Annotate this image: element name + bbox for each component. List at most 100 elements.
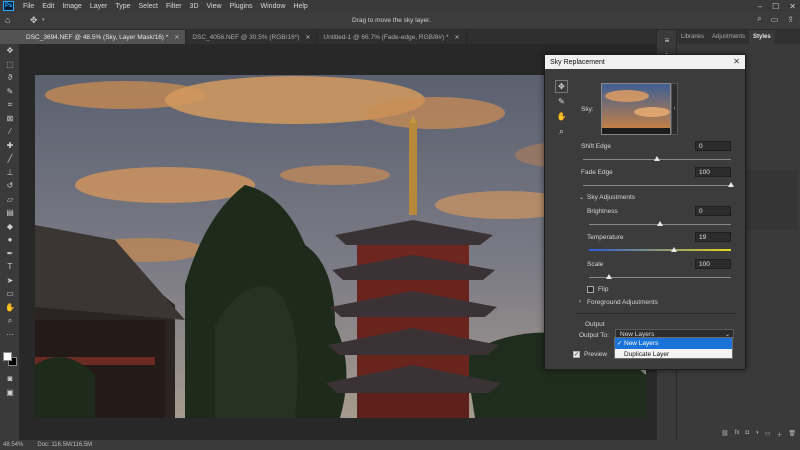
brightness-label: Brightness: [587, 208, 618, 215]
brightness-input[interactable]: 0: [695, 206, 731, 216]
dropdown-option-new-layers[interactable]: ✓ New Layers: [615, 338, 732, 349]
hand-tool-icon[interactable]: ✋: [0, 301, 20, 315]
brightness-slider-thumb[interactable]: [657, 221, 663, 226]
maximize-icon[interactable]: ☐: [772, 2, 779, 11]
menu-help[interactable]: Help: [289, 3, 311, 10]
menu-view[interactable]: View: [203, 3, 226, 10]
layers-footer: ⛓ fx ◘ ◑ ▭ ＋ 🗑: [677, 430, 800, 440]
fade-edge-input[interactable]: 100: [695, 167, 731, 177]
zoom-level[interactable]: 48.54%: [3, 442, 23, 448]
close-icon[interactable]: ✕: [305, 34, 310, 41]
photoshop-logo[interactable]: Ps: [3, 1, 14, 11]
menu-image[interactable]: Image: [58, 3, 85, 10]
dialog-title-bar: Sky Replacement ✕: [545, 55, 745, 69]
crop-tool-icon[interactable]: ⌗: [0, 98, 20, 112]
clone-stamp-tool-icon[interactable]: ⊥: [0, 166, 20, 180]
menu-plugins[interactable]: Plugins: [226, 3, 257, 10]
close-icon[interactable]: ✕: [455, 34, 460, 41]
sky-move-tool-icon[interactable]: ✥: [555, 80, 568, 93]
share-icon[interactable]: ⇪: [787, 15, 794, 24]
move-tool-icon[interactable]: ✥: [0, 44, 20, 58]
link-icon[interactable]: ⛓: [721, 430, 729, 440]
screen-mode-icon[interactable]: ▣: [0, 386, 20, 400]
workspace-icon[interactable]: ▭: [771, 15, 779, 24]
history-brush-tool-icon[interactable]: ↺: [0, 179, 20, 193]
flip-checkbox[interactable]: [587, 286, 594, 293]
menu-type[interactable]: Type: [111, 3, 134, 10]
menu-filter[interactable]: Filter: [162, 3, 186, 10]
menu-edit[interactable]: Edit: [38, 3, 58, 10]
quick-mask-icon[interactable]: ◙: [0, 372, 20, 386]
sky-preset-dropdown-chevron-icon[interactable]: ›: [671, 83, 678, 135]
chevron-right-icon[interactable]: ›: [579, 299, 581, 305]
brush-tool-icon[interactable]: ╱: [0, 152, 20, 166]
flip-label: Flip: [598, 286, 609, 293]
search-icon[interactable]: ⌕: [757, 14, 761, 24]
output-header: Output: [585, 321, 605, 328]
eraser-tool-icon[interactable]: ▱: [0, 193, 20, 207]
blur-tool-icon[interactable]: ◆: [0, 220, 20, 234]
menu-file[interactable]: File: [19, 3, 38, 10]
marquee-tool-icon[interactable]: ⬚: [0, 58, 20, 72]
tab-adjustments[interactable]: Adjustments: [708, 30, 749, 44]
type-tool-icon[interactable]: T: [0, 260, 20, 274]
new-layer-icon[interactable]: ＋: [776, 430, 782, 440]
folder-icon[interactable]: ▭: [765, 430, 771, 440]
close-icon[interactable]: ✕: [733, 57, 740, 66]
panel-toggle-icon[interactable]: ≡: [657, 34, 677, 48]
tab-libraries[interactable]: Libraries: [677, 30, 708, 44]
fx-icon[interactable]: fx: [735, 430, 740, 440]
tool-preset-chevron-icon[interactable]: ▾: [42, 17, 45, 23]
scale-input[interactable]: 100: [695, 259, 731, 269]
quick-select-tool-icon[interactable]: ✎: [0, 85, 20, 99]
fade-edge-slider-track[interactable]: [583, 185, 731, 186]
dodge-tool-icon[interactable]: ●: [0, 233, 20, 247]
mask-icon[interactable]: ◘: [745, 430, 749, 440]
menu-layer[interactable]: Layer: [86, 3, 112, 10]
dropdown-option-duplicate-layer[interactable]: Duplicate Layer: [615, 349, 732, 360]
temperature-input[interactable]: 19: [695, 232, 731, 242]
sky-adjustments-header[interactable]: Sky Adjustments: [587, 194, 635, 201]
trash-icon[interactable]: 🗑: [788, 430, 796, 440]
tab-dsc4056[interactable]: DSC_4056.NEF @ 30.5% (RGB/16*) ✕: [186, 30, 318, 44]
shift-edge-input[interactable]: 0: [695, 141, 731, 151]
temperature-slider-track[interactable]: [589, 249, 731, 251]
tab-dsc3694[interactable]: DSC_3694.NEF @ 48.5% (Sky, Layer Mask/16…: [20, 30, 187, 44]
healing-brush-tool-icon[interactable]: ✚: [0, 139, 20, 153]
minimize-icon[interactable]: –: [758, 2, 762, 11]
temperature-slider-thumb[interactable]: [671, 247, 678, 252]
close-icon[interactable]: ✕: [174, 34, 179, 41]
close-icon[interactable]: ✕: [789, 2, 796, 11]
adjustment-icon[interactable]: ◑: [755, 430, 759, 440]
fade-edge-slider-thumb[interactable]: [728, 182, 734, 187]
foreground-color-swatch[interactable]: [3, 352, 12, 361]
shift-edge-slider-thumb[interactable]: [654, 156, 660, 161]
move-tool-icon[interactable]: ✥: [30, 15, 38, 26]
zoom-tool-icon[interactable]: ⌕: [555, 125, 568, 138]
gradient-tool-icon[interactable]: ▤: [0, 206, 20, 220]
home-icon[interactable]: ⌂: [5, 15, 10, 25]
zoom-tool-icon[interactable]: ⌕: [0, 314, 20, 328]
eyedropper-tool-icon[interactable]: ⁄: [0, 125, 20, 139]
lasso-tool-icon[interactable]: ϑ: [0, 71, 20, 85]
shape-tool-icon[interactable]: ▭: [0, 287, 20, 301]
hand-tool-icon[interactable]: ✋: [555, 110, 568, 123]
path-select-tool-icon[interactable]: ➤: [0, 274, 20, 288]
tab-untitled-1[interactable]: Untitled-1 @ 66.7% (Fade-edge, RGB/8#) *…: [317, 30, 467, 44]
scale-slider-thumb[interactable]: [605, 274, 612, 279]
foreground-adjustments-header[interactable]: Foreground Adjustments: [587, 299, 658, 306]
sky-brush-tool-icon[interactable]: ✎: [555, 95, 568, 108]
pen-tool-icon[interactable]: ✒: [0, 247, 20, 261]
frame-tool-icon[interactable]: ⊠: [0, 112, 20, 126]
preview-checkbox[interactable]: ✓: [573, 351, 580, 358]
menu-3d[interactable]: 3D: [186, 3, 203, 10]
option-label: Duplicate Layer: [624, 351, 670, 358]
more-tools-icon[interactable]: ···: [0, 328, 20, 342]
scale-label: Scale: [587, 261, 604, 268]
doc-size: Doc: 116.5M/116.5M: [37, 442, 93, 448]
tab-styles[interactable]: Styles: [749, 30, 775, 44]
menu-window[interactable]: Window: [257, 3, 290, 10]
sky-preset-thumbnail[interactable]: [601, 83, 671, 135]
chevron-down-icon[interactable]: ⌄: [579, 194, 584, 201]
menu-select[interactable]: Select: [135, 3, 162, 10]
